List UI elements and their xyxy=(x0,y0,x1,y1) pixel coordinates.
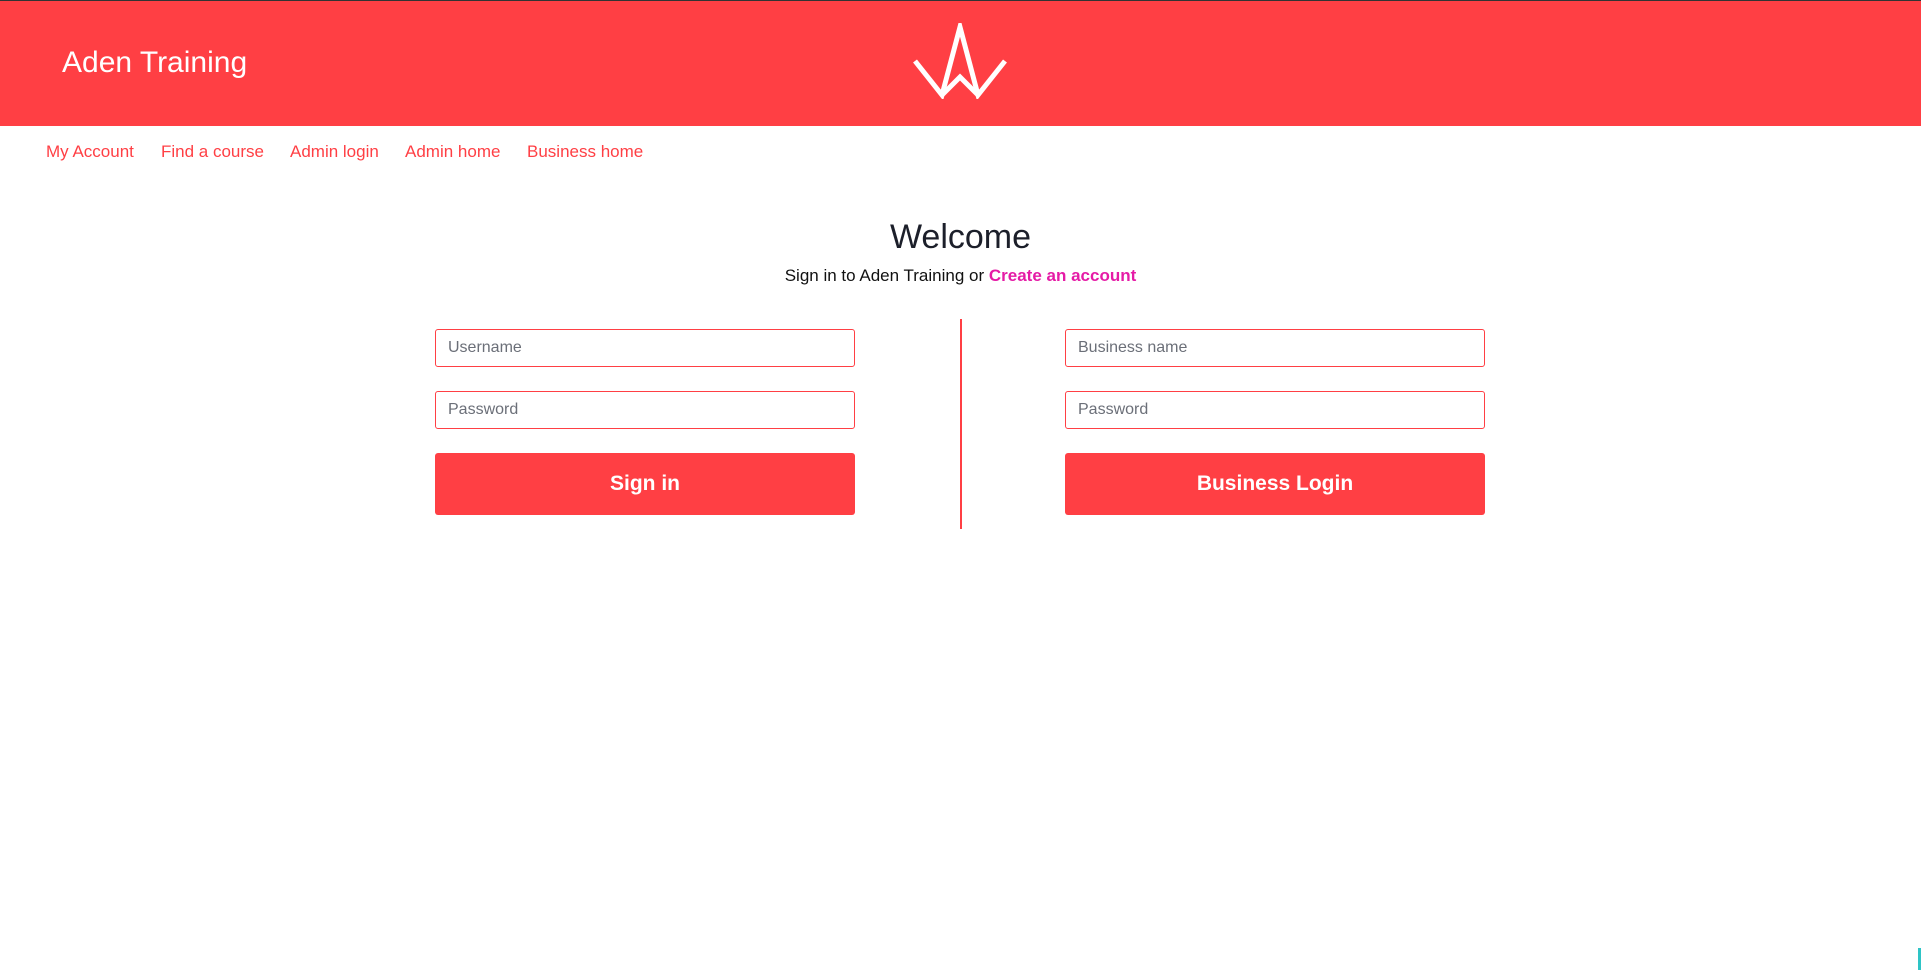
username-input[interactable] xyxy=(435,329,855,367)
nav-admin-home[interactable]: Admin home xyxy=(405,142,500,162)
crown-logo-icon[interactable] xyxy=(912,23,1008,99)
site-brand-title[interactable]: Aden Training xyxy=(62,45,247,81)
welcome-subtitle-text: Sign in to Aden Training or xyxy=(784,266,985,285)
sign-in-button[interactable]: Sign in xyxy=(435,453,855,515)
business-login-button[interactable]: Business Login xyxy=(1065,453,1485,515)
welcome-subtitle: Sign in to Aden Training or Create an ac… xyxy=(0,266,1921,286)
nav-admin-login[interactable]: Admin login xyxy=(290,142,379,162)
site-header: Aden Training xyxy=(0,0,1921,126)
nav-business-home[interactable]: Business home xyxy=(527,142,643,162)
business-password-input[interactable] xyxy=(1065,391,1485,429)
page-title: Welcome xyxy=(889,218,1032,256)
nav-my-account[interactable]: My Account xyxy=(46,142,134,162)
user-password-input[interactable] xyxy=(435,391,855,429)
nav-find-a-course[interactable]: Find a course xyxy=(161,142,264,162)
business-name-input[interactable] xyxy=(1065,329,1485,367)
create-account-link[interactable]: Create an account xyxy=(989,266,1136,285)
login-divider xyxy=(960,319,962,529)
